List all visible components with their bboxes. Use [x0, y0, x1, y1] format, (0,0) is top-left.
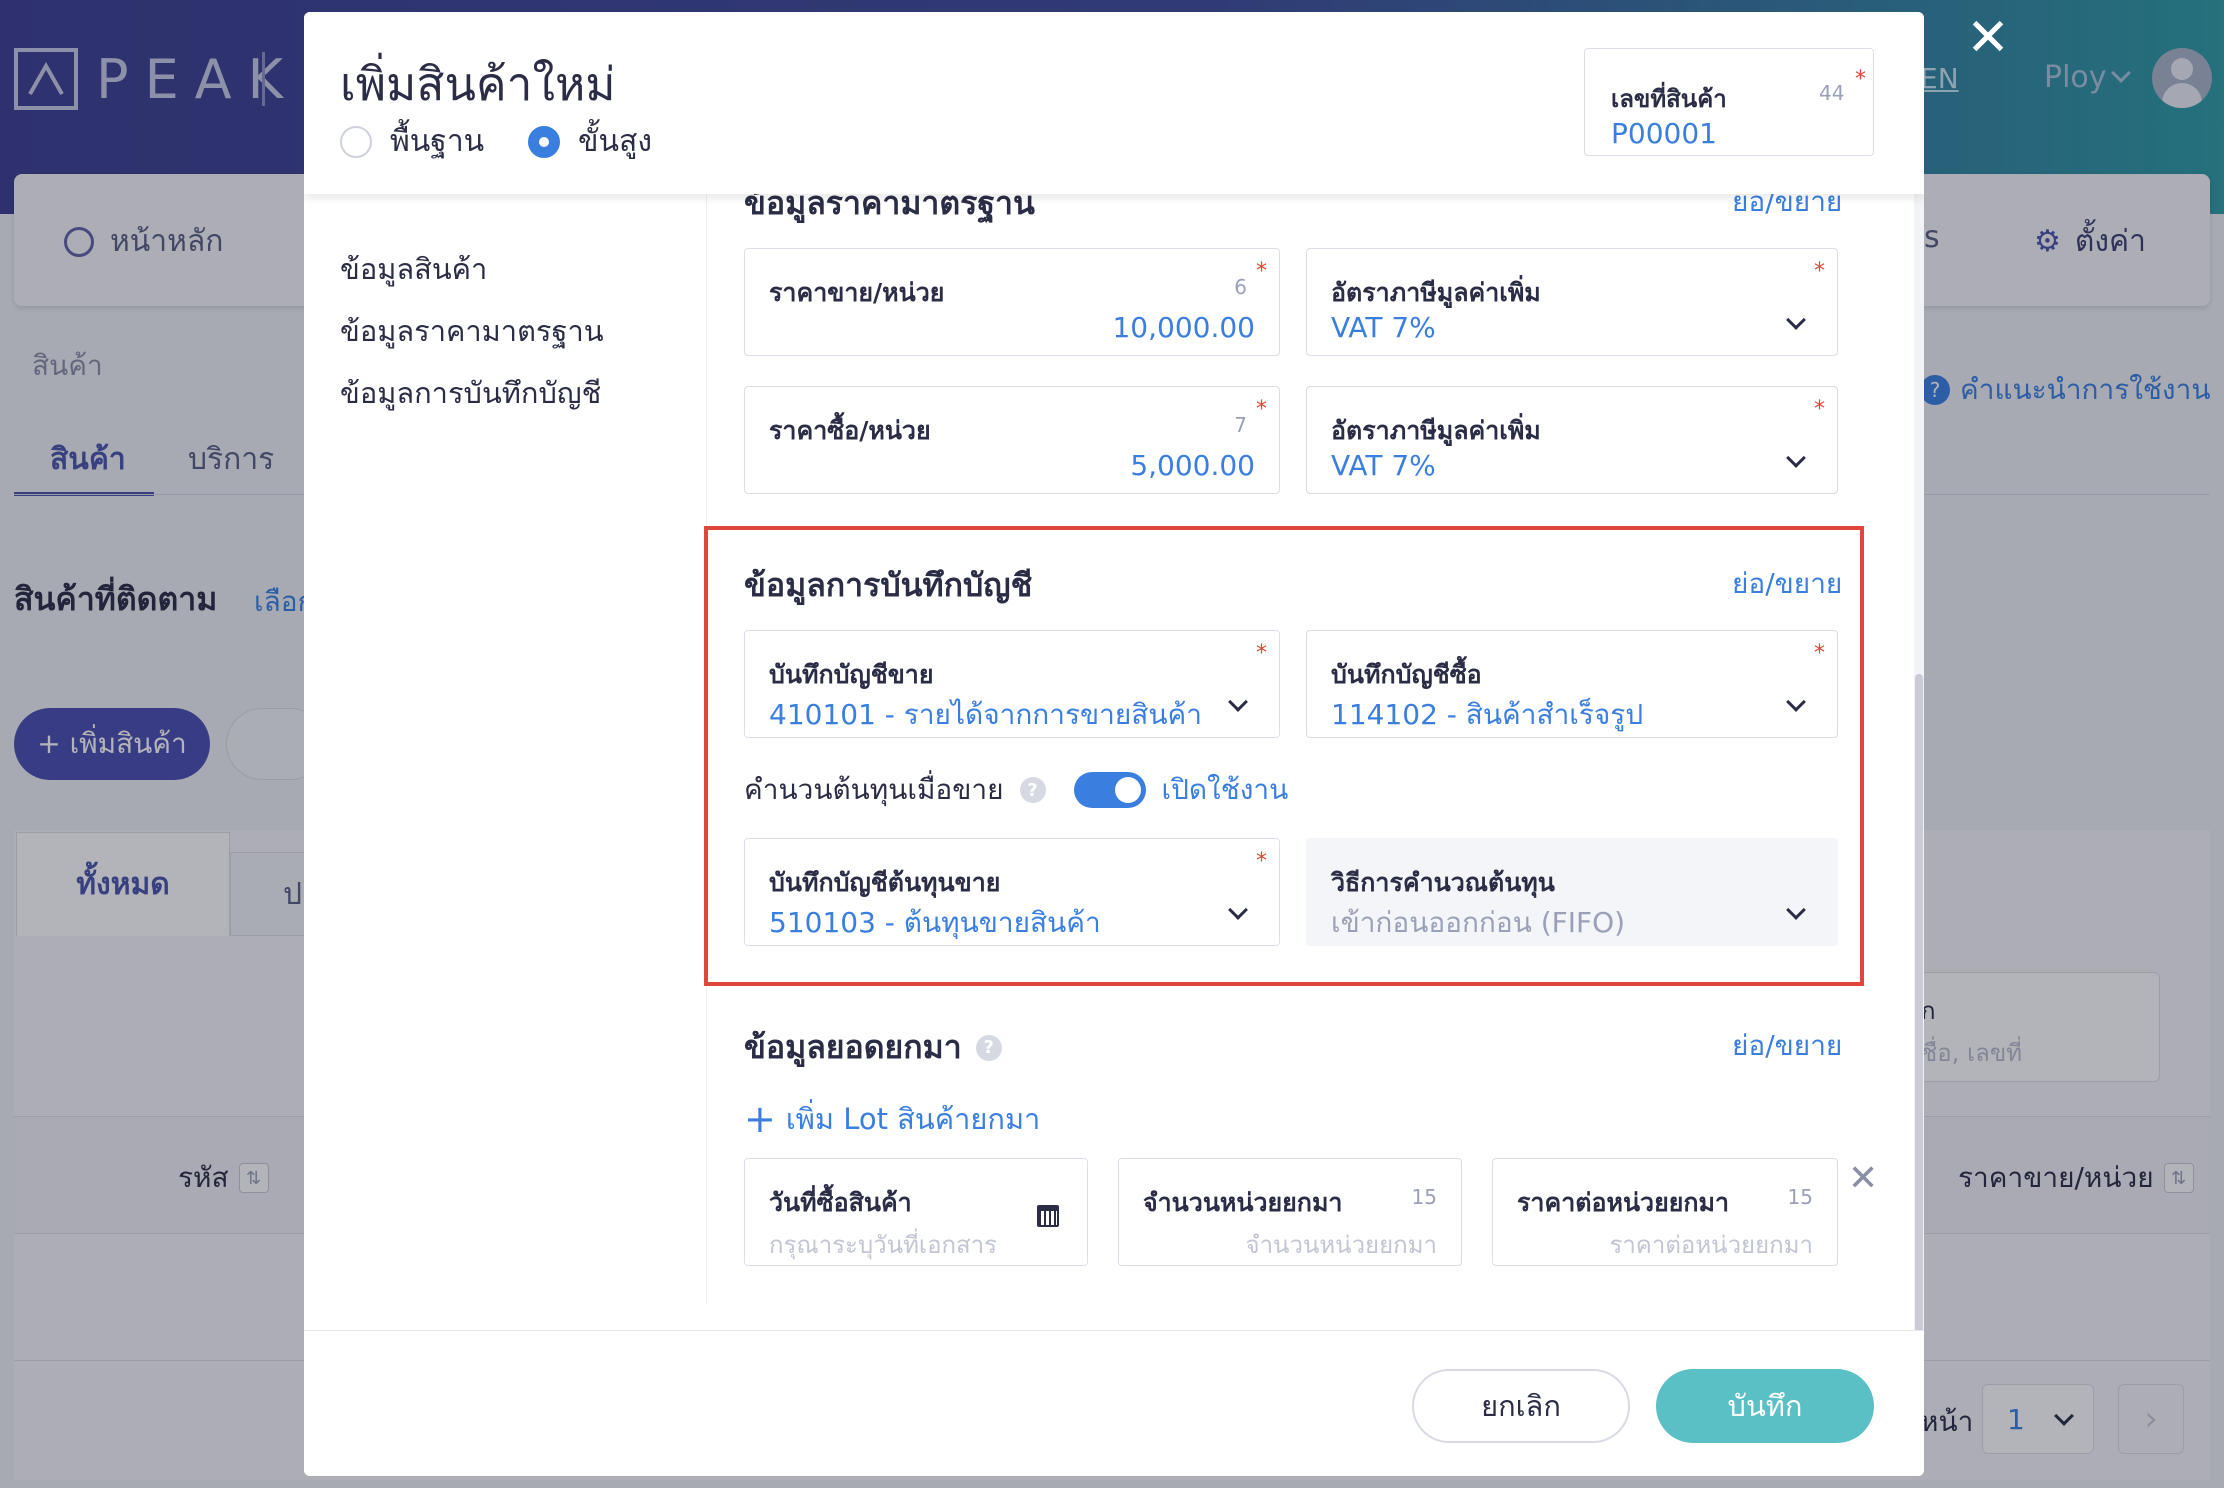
buy-vat-label: อัตราภาษีมูลค่าเพิ่ม — [1331, 416, 1541, 445]
opening-qty-field[interactable]: จำนวนหน่วยยกมา 15 จำนวนหน่วยยกมา — [1118, 1158, 1462, 1266]
purchase-date-placeholder: กรุณาระบุวันที่เอกสาร — [769, 1231, 998, 1259]
opening-balance-title-row: ข้อมูลยอดยกมา ? — [744, 1022, 1002, 1073]
radio-unchecked-icon — [340, 125, 372, 158]
buy-vat-select[interactable]: อัตราภาษีมูลค่าเพิ่ม * VAT 7% — [1306, 386, 1838, 494]
chevron-down-icon — [1228, 692, 1248, 712]
modal-footer: ยกเลิก บันทึก — [304, 1330, 1924, 1476]
chevron-down-icon — [1228, 900, 1248, 920]
radio-checked-icon — [528, 125, 560, 158]
cost-method-select[interactable]: วิธีการคำนวณต้นทุน เข้าก่อนออกก่อน (FIFO… — [1306, 838, 1838, 946]
mode-radio-basic[interactable]: พื้นฐาน — [340, 118, 484, 165]
char-count: 15 — [1411, 1185, 1437, 1209]
chevron-down-icon — [1786, 448, 1806, 468]
save-button[interactable]: บันทึก — [1656, 1369, 1874, 1443]
plus-icon: + — [744, 1097, 776, 1141]
char-count: 15 — [1787, 1185, 1813, 1209]
accounting-title: ข้อมูลการบันทึกบัญชี — [744, 566, 1033, 604]
sell-price-field[interactable]: ราคาขาย/หน่วย 6 * 10,000.00 — [744, 248, 1280, 356]
cost-method-value: เข้าก่อนออกก่อน (FIFO) — [1331, 906, 1626, 939]
chevron-down-icon — [1786, 310, 1806, 330]
calendar-icon[interactable] — [1037, 1205, 1059, 1227]
close-icon[interactable]: ✕ — [1848, 1158, 1878, 1199]
opening-unit-price-field[interactable]: ราคาต่อหน่วยยกมา 15 ราคาต่อหน่วยยกมา — [1492, 1158, 1838, 1266]
mode-radio-advanced[interactable]: ขั้นสูง — [528, 118, 652, 165]
char-count: 44 — [1819, 81, 1845, 105]
opening-unit-price-label: ราคาต่อหน่วยยกมา — [1517, 1188, 1730, 1217]
help-icon[interactable]: ? — [1019, 777, 1046, 803]
mode-advanced-label: ขั้นสูง — [578, 124, 652, 159]
cancel-button[interactable]: ยกเลิก — [1412, 1369, 1630, 1443]
product-code-field[interactable]: เลขที่สินค้า 44 * P00001 — [1584, 48, 1874, 156]
required-asterisk: * — [1814, 641, 1825, 666]
cost-account-select[interactable]: บันทึกบัญชีต้นทุนขาย * 510103 - ต้นทุนขา… — [744, 838, 1280, 946]
mode-basic-label: พื้นฐาน — [390, 124, 485, 159]
sales-account-value: 410101 - รายได้จากการขายสินค้า — [769, 698, 1202, 731]
required-asterisk: * — [1256, 849, 1267, 874]
sell-price-label: ราคาขาย/หน่วย — [769, 278, 945, 307]
chevron-down-icon — [1786, 900, 1806, 920]
opening-qty-placeholder: จำนวนหน่วยยกมา — [1245, 1231, 1437, 1259]
required-asterisk: * — [1814, 259, 1825, 284]
sell-vat-label: อัตราภาษีมูลค่าเพิ่ม — [1331, 278, 1541, 307]
required-asterisk: * — [1256, 641, 1267, 666]
chevron-down-icon — [1786, 692, 1806, 712]
product-code-value: P00001 — [1611, 117, 1717, 150]
buy-price-value: 5,000.00 — [1130, 449, 1255, 482]
char-count: 7 — [1234, 413, 1247, 437]
buy-price-field[interactable]: ราคาซื้อ/หน่วย 7 * 5,000.00 — [744, 386, 1280, 494]
cost-account-label: บันทึกบัญชีต้นทุนขาย — [769, 868, 1001, 897]
char-count: 6 — [1234, 275, 1247, 299]
collapse-toggle-opening[interactable]: ย่อ/ขยาย — [1732, 1024, 1842, 1068]
modal-side-nav: ข้อมูลสินค้า ข้อมูลราคามาตรฐาน ข้อมูลการ… — [340, 238, 604, 424]
cost-method-label: วิธีการคำนวณต้นทุน — [1331, 868, 1555, 897]
buy-price-label: ราคาซื้อ/หน่วย — [769, 416, 931, 445]
opening-balance-title: ข้อมูลยอดยกมา — [744, 1028, 962, 1066]
sell-price-value: 10,000.00 — [1112, 311, 1255, 344]
purchase-date-field[interactable]: วันที่ซื้อสินค้า กรุณาระบุวันที่เอกสาร — [744, 1158, 1088, 1266]
purchase-account-value: 114102 - สินค้าสำเร็จรูป — [1331, 698, 1644, 731]
required-asterisk: * — [1256, 259, 1267, 284]
close-icon[interactable]: ✕ — [1960, 8, 2016, 68]
cost-calc-row: คำนวนต้นทุนเมื่อขาย ? เปิดใช้งาน — [744, 768, 1288, 812]
required-asterisk: * — [1256, 397, 1267, 422]
side-nav-accounting[interactable]: ข้อมูลการบันทึกบัญชี — [340, 362, 604, 424]
buy-vat-value: VAT 7% — [1331, 449, 1436, 482]
sales-account-select[interactable]: บันทึกบัญชีขาย * 410101 - รายได้จากการขา… — [744, 630, 1280, 738]
side-nav-standard-price[interactable]: ข้อมูลราคามาตรฐาน — [340, 300, 604, 362]
required-asterisk: * — [1855, 67, 1866, 92]
cost-calc-toggle[interactable] — [1073, 772, 1146, 808]
sell-vat-select[interactable]: อัตราภาษีมูลค่าเพิ่ม * VAT 7% — [1306, 248, 1838, 356]
add-product-modal: เพิ่มสินค้าใหม่ พื้นฐาน ขั้นสูง เลขที่สิ… — [304, 12, 1924, 1476]
add-lot-label: เพิ่ม Lot สินค้ายกมา — [785, 1102, 1041, 1136]
sell-vat-value: VAT 7% — [1331, 311, 1436, 344]
cost-calc-label: คำนวนต้นทุนเมื่อขาย — [744, 773, 1004, 806]
collapse-toggle-accounting[interactable]: ย่อ/ขยาย — [1732, 562, 1842, 606]
sales-account-label: บันทึกบัญชีขาย — [769, 660, 934, 689]
purchase-date-label: วันที่ซื้อสินค้า — [769, 1188, 912, 1217]
product-code-label: เลขที่สินค้า — [1611, 85, 1727, 113]
opening-unit-price-placeholder: ราคาต่อหน่วยยกมา — [1609, 1231, 1813, 1259]
purchase-account-label: บันทึกบัญชีซื้อ — [1331, 660, 1482, 689]
cost-account-value: 510103 - ต้นทุนขายสินค้า — [769, 906, 1101, 939]
modal-header: เพิ่มสินค้าใหม่ พื้นฐาน ขั้นสูง เลขที่สิ… — [304, 12, 1924, 194]
purchase-account-select[interactable]: บันทึกบัญชีซื้อ * 114102 - สินค้าสำเร็จร… — [1306, 630, 1838, 738]
cost-calc-status: เปิดใช้งาน — [1161, 773, 1289, 806]
required-asterisk: * — [1814, 397, 1825, 422]
opening-qty-label: จำนวนหน่วยยกมา — [1143, 1188, 1343, 1217]
add-lot-button[interactable]: + เพิ่ม Lot สินค้ายกมา — [744, 1096, 1040, 1142]
modal-title: เพิ่มสินค้าใหม่ — [340, 57, 616, 111]
help-icon[interactable]: ? — [975, 1034, 1002, 1061]
side-nav-product-info[interactable]: ข้อมูลสินค้า — [340, 238, 604, 300]
